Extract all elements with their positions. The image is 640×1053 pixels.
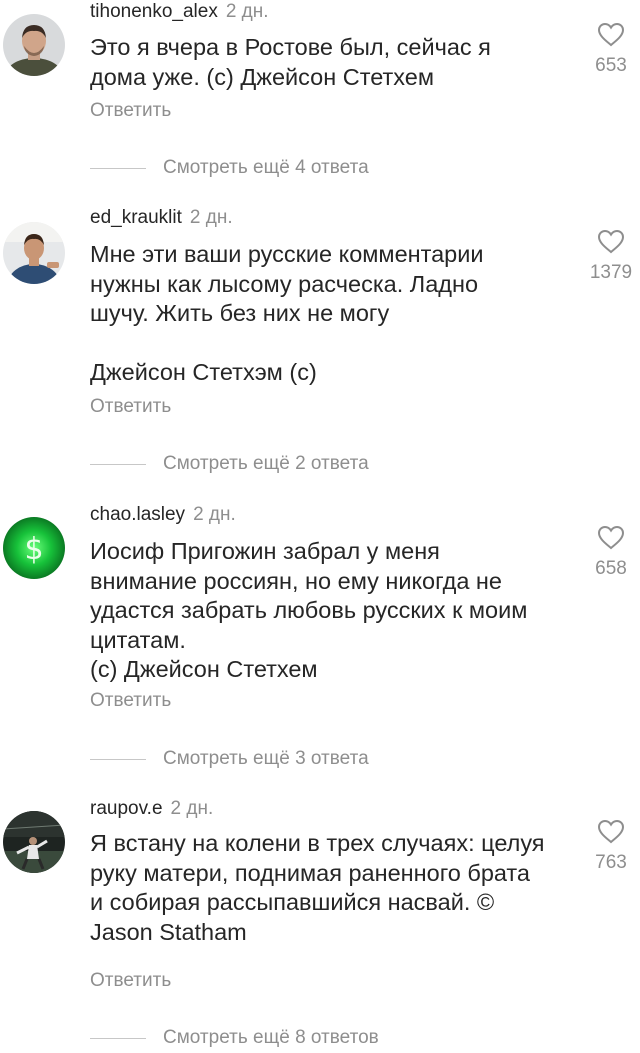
like-count: 763 <box>595 852 627 873</box>
comment-line <box>90 329 580 359</box>
like-count: 658 <box>595 558 627 579</box>
heart-icon <box>597 22 625 47</box>
avatar[interactable] <box>3 811 65 873</box>
like-button[interactable]: 658 <box>588 525 634 580</box>
timestamp: 2 дн. <box>170 798 214 819</box>
view-replies-label: Смотреть ещё 2 ответа <box>163 453 369 474</box>
divider-line <box>90 168 146 169</box>
comment-line: Это я вчера в Ростове был, сейчас я <box>90 34 491 60</box>
reply-button[interactable]: Ответить <box>90 396 171 418</box>
user-avatar-image <box>3 14 65 76</box>
comment-line: шучу. Жить без них не могу <box>90 300 390 326</box>
like-button[interactable]: 653 <box>588 22 634 77</box>
comment-header: chao.lasley 2 дн. <box>90 504 236 526</box>
user-avatar-image <box>3 811 65 873</box>
divider-line <box>90 1038 146 1039</box>
comment-line: внимание россиян, но ему никогда не <box>90 567 502 594</box>
comment-text: Это я вчера в Ростове был, сейчас я дома… <box>90 33 580 92</box>
view-replies-label: Смотреть ещё 8 ответов <box>163 1027 379 1048</box>
timestamp: 2 дн. <box>189 207 233 228</box>
like-button[interactable]: 763 <box>588 819 634 874</box>
reply-button[interactable]: Ответить <box>90 100 171 122</box>
comment-header: raupov.e 2 дн. <box>90 798 213 820</box>
avatar[interactable] <box>3 14 65 76</box>
comment-line: Jason Statham <box>90 918 247 945</box>
avatar[interactable] <box>3 222 65 284</box>
comment-line: руку матери, поднимая раненного брата <box>90 859 531 886</box>
reply-button[interactable]: Ответить <box>90 970 171 992</box>
dollar-avatar-image: $ <box>3 517 65 579</box>
reply-button[interactable]: Ответить <box>90 690 171 712</box>
username[interactable]: tihonenko_alex <box>90 1 218 22</box>
user-avatar-image <box>3 222 65 284</box>
avatar[interactable]: $ <box>3 517 65 579</box>
comment-line: нужны как лысому расческа. Ладно <box>90 270 479 297</box>
comment-line: и собирая рассыпавшийся насвай. © <box>90 889 495 915</box>
divider-line <box>90 759 146 760</box>
like-count: 653 <box>595 55 627 76</box>
like-count: 1379 <box>589 262 633 283</box>
heart-icon <box>597 819 625 844</box>
comment-text: Мне эти ваши русские комментарии нужны к… <box>90 240 580 388</box>
comment-line: дома уже. (с) Джейсон Стетхем <box>90 63 434 90</box>
comment-line: Иосиф Пригожин забрал у меня <box>90 538 440 564</box>
username[interactable]: chao.lasley <box>90 504 185 525</box>
comment-text: Я встану на колени в трех случаях: целуя… <box>90 829 580 947</box>
comment-line: Джейсон Стетхэм (с) <box>90 359 317 385</box>
view-replies-label: Смотреть ещё 3 ответа <box>163 748 369 769</box>
comment-line: (с) Джейсон Стетхем <box>90 656 318 682</box>
comment-header: ed_krauklit 2 дн. <box>90 207 233 229</box>
comment-header: tihonenko_alex 2 дн. <box>90 1 269 23</box>
timestamp: 2 дн. <box>225 1 269 22</box>
username[interactable]: raupov.e <box>90 798 163 819</box>
username[interactable]: ed_krauklit <box>90 207 182 228</box>
heart-icon <box>597 229 625 254</box>
timestamp: 2 дн. <box>193 504 236 525</box>
comment-text: Иосиф Пригожин забрал у меня внимание ро… <box>90 537 580 685</box>
view-replies-label: Смотреть ещё 4 ответа <box>163 157 369 178</box>
svg-text:$: $ <box>24 532 43 567</box>
divider-line <box>90 464 146 465</box>
comment-line: удастся забрать любовь русских к моим <box>90 597 528 623</box>
comment-line: Я встану на колени в трех случаях: целуя <box>90 830 545 856</box>
comment-line: цитатам. <box>90 626 186 653</box>
like-button[interactable]: 1379 <box>588 229 634 284</box>
heart-icon <box>597 525 625 550</box>
comment-line: Мне эти ваши русские комментарии <box>90 241 484 267</box>
